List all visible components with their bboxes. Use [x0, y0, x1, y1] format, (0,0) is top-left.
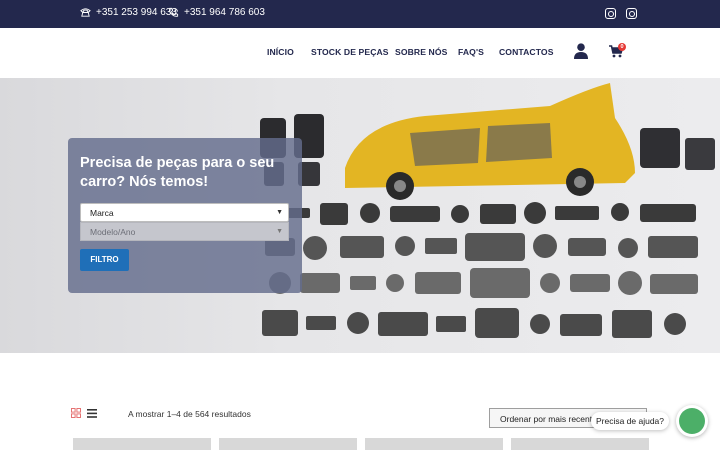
phone-number: +351 964 786 603 [184, 7, 265, 18]
hero-title: Precisa de peças para o seu carro? Nós t… [80, 155, 275, 190]
grid-view-icon[interactable] [71, 408, 81, 418]
phone-link-landline[interactable]: +351 253 994 633 [80, 7, 177, 18]
phone-call-icon [169, 7, 179, 17]
sort-select-value: Ordenar por mais recentes [500, 414, 602, 424]
facebook-icon[interactable] [605, 8, 616, 19]
chat-widget-button[interactable] [676, 405, 708, 437]
user-account-icon[interactable] [574, 43, 588, 59]
model-year-placeholder: Modelo/Ano [90, 227, 136, 237]
list-view-icon[interactable] [87, 409, 97, 418]
phone-number: +351 253 994 633 [96, 7, 177, 18]
main-header: INÍCIO STOCK DE PEÇAS SOBRE NÓS FAQ'S CO… [0, 28, 720, 78]
nav-item-sobre-nos[interactable]: SOBRE NÓS [395, 47, 447, 57]
phone-link-mobile[interactable]: +351 964 786 603 [168, 7, 265, 18]
instagram-icon[interactable] [626, 8, 637, 19]
nav-item-stock[interactable]: STOCK DE PEÇAS [311, 47, 389, 57]
product-card[interactable] [219, 438, 357, 450]
nav-item-contactos[interactable]: CONTACTOS [499, 47, 554, 57]
filter-button[interactable]: FILTRO [80, 249, 129, 271]
chevron-down-icon: ▼ [276, 228, 283, 235]
brand-select-value: Marca [90, 208, 114, 218]
product-card[interactable] [365, 438, 503, 450]
nav-item-faqs[interactable]: FAQ'S [458, 47, 484, 57]
results-count: A mostrar 1–4 de 564 resultados [128, 409, 251, 419]
model-year-select[interactable]: Modelo/Ano ▼ [80, 222, 289, 241]
product-card[interactable] [511, 438, 649, 450]
telephone-icon [80, 8, 91, 17]
brand-select[interactable]: Marca ▼ [80, 203, 289, 222]
chevron-down-icon: ▼ [276, 209, 283, 216]
nav-item-inicio[interactable]: INÍCIO [267, 47, 294, 57]
help-prompt-bubble[interactable]: Precisa de ajuda? [591, 412, 669, 430]
cart-count-badge: 0 [618, 43, 626, 51]
product-card[interactable] [73, 438, 211, 450]
top-bar: +351 253 994 633 +351 964 786 603 [0, 0, 720, 28]
exploded-car-parts-image [260, 83, 715, 338]
